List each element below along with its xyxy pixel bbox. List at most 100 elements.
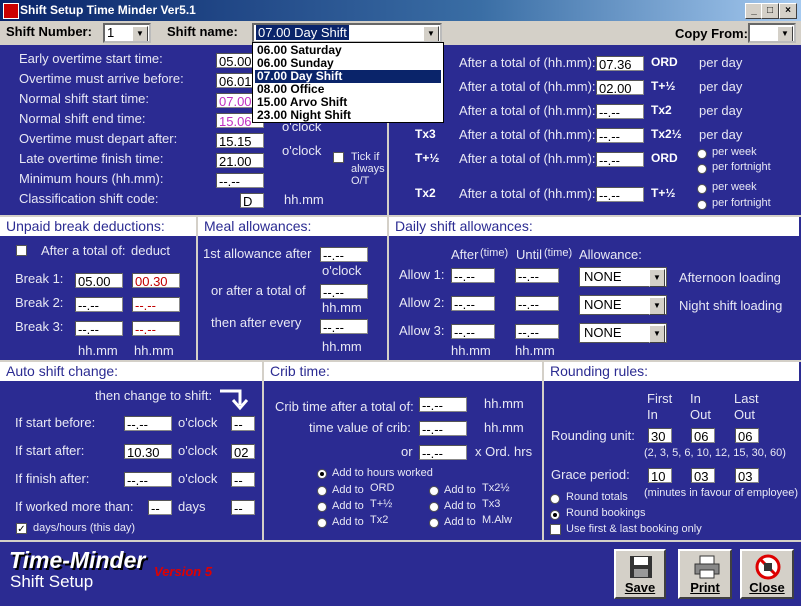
early-ot-start-label: Early overtime start time: [19, 51, 163, 66]
round-bookings-label: Round bookings [566, 507, 646, 519]
finish-after-shift-input[interactable]: -- [231, 472, 255, 487]
dropdown-option[interactable]: 23.00 Night Shift [255, 109, 441, 122]
rate-code-tx3: Tx3 [415, 127, 436, 141]
allow-1-after-input[interactable]: --.-- [451, 268, 495, 283]
allow-2-after-input[interactable]: --.-- [451, 296, 495, 311]
crib-ord-input[interactable]: --.-- [419, 445, 467, 460]
after-total-label: After a total of (hh.mm): [459, 151, 596, 166]
add-meal-allowance-radio[interactable] [429, 518, 439, 528]
add-tx3-radio[interactable] [429, 502, 439, 512]
break-3-after-input[interactable]: --.-- [75, 321, 123, 336]
break-3-deduct-input[interactable]: --.-- [132, 321, 180, 336]
always-ot-checkbox[interactable] [333, 152, 344, 163]
ot-depart-after-input[interactable]: 15.15 [216, 133, 264, 148]
floppy-disk-icon [629, 555, 653, 579]
round-bookings-radio[interactable] [550, 510, 560, 520]
chevron-down-icon[interactable]: ▼ [649, 269, 665, 287]
copy-from-select[interactable]: ▼ [748, 23, 796, 43]
minimum-hours-input[interactable]: --.-- [216, 173, 264, 188]
allow-3-after-input[interactable]: --.-- [451, 324, 495, 339]
start-before-label: If start before: [15, 415, 96, 430]
ot-total-4-input[interactable]: --.-- [596, 128, 644, 143]
break-1-deduct-input[interactable]: 00.30 [132, 273, 180, 288]
rounding-unit-first-in-input[interactable]: 30 [648, 428, 672, 443]
allow-3-select[interactable]: NONE ▼ [579, 323, 667, 343]
ot-total-5-input[interactable]: --.-- [596, 152, 644, 167]
shift-name-select[interactable]: 07.00 Day Shift ▼ [252, 23, 442, 43]
grace-in-out-input[interactable]: 03 [691, 468, 715, 483]
add-hours-worked-radio[interactable] [317, 469, 327, 479]
classification-code-input[interactable]: D [240, 193, 264, 208]
hhmm-label: hh.mm [322, 300, 362, 315]
worked-more-input[interactable]: -- [148, 500, 172, 515]
add-t-half-radio[interactable] [317, 502, 327, 512]
version-label: Version 5 [154, 564, 213, 579]
break-2-after-input[interactable]: --.-- [75, 297, 123, 312]
start-before-shift-input[interactable]: -- [231, 416, 255, 431]
start-before-input[interactable]: --.-- [124, 416, 172, 431]
maximize-button[interactable]: □ [761, 3, 779, 19]
crib-time-title: Crib time: [264, 362, 542, 381]
add-tx2-half-radio[interactable] [429, 486, 439, 496]
add-ord-radio[interactable] [317, 486, 327, 496]
rate-t-half: T+½ [651, 186, 676, 200]
shift-setup-window: Shift Setup Time Minder Ver5.1 _ □ × Shi… [0, 0, 801, 606]
round-totals-radio[interactable] [550, 494, 560, 504]
allow-3-until-input[interactable]: --.-- [515, 324, 559, 339]
or-label: or [401, 444, 413, 459]
close-window-button[interactable]: × [779, 3, 797, 19]
print-button[interactable]: Print [678, 549, 732, 599]
first-last-booking-checkbox[interactable] [550, 524, 561, 535]
shift-number-select[interactable]: 1 ▼ [103, 23, 151, 43]
start-after-shift-input[interactable]: 02 [231, 444, 255, 459]
per-fortnight-radio[interactable] [697, 200, 707, 210]
crib-value-input[interactable]: --.-- [419, 421, 467, 436]
chevron-down-icon[interactable]: ▼ [649, 297, 665, 315]
ot-total-2-input[interactable]: 02.00 [596, 80, 644, 95]
after-total-label: After a total of (hh.mm): [459, 79, 596, 94]
per-week-radio[interactable] [697, 149, 707, 159]
chevron-down-icon[interactable]: ▼ [777, 26, 793, 41]
rounding-rules-title: Rounding rules: [544, 362, 799, 381]
add-to-label: Add to [444, 484, 476, 496]
ot-total-3-input[interactable]: --.-- [596, 104, 644, 119]
first-allowance-input[interactable]: --.-- [320, 247, 368, 262]
meal-every-input[interactable]: --.-- [320, 319, 368, 334]
start-after-input[interactable]: 10.30 [124, 444, 172, 459]
save-button[interactable]: Save [614, 549, 666, 599]
add-to-label: Add to [332, 484, 364, 496]
break-3-label: Break 3: [15, 319, 64, 334]
grace-first-in-input[interactable]: 10 [648, 468, 672, 483]
allow-1-until-input[interactable]: --.-- [515, 268, 559, 283]
ot-total-6-input[interactable]: --.-- [596, 187, 644, 202]
allow-1-select[interactable]: NONE ▼ [579, 267, 667, 287]
chevron-down-icon[interactable]: ▼ [649, 325, 665, 343]
break-enable-checkbox[interactable] [16, 245, 27, 256]
chevron-down-icon[interactable]: ▼ [132, 26, 148, 41]
break-1-after-input[interactable]: 05.00 [75, 273, 123, 288]
per-fortnight-radio[interactable] [697, 164, 707, 174]
ot-total-1-input[interactable]: 07.36 [596, 56, 644, 71]
round-totals-label: Round totals [566, 491, 628, 503]
days-hours-checkbox[interactable]: ✓ [16, 523, 27, 535]
finish-after-input[interactable]: --.-- [124, 472, 172, 487]
copy-from-label: Copy From: [675, 26, 748, 41]
close-button[interactable]: Close [740, 549, 794, 599]
rounding-unit-in-out-input[interactable]: 06 [691, 428, 715, 443]
grace-last-out-input[interactable]: 03 [735, 468, 759, 483]
days-label: days [178, 499, 206, 514]
chevron-down-icon[interactable]: ▼ [423, 26, 439, 41]
allow-2-select[interactable]: NONE ▼ [579, 295, 667, 315]
rounding-unit-last-out-input[interactable]: 06 [735, 428, 759, 443]
late-ot-finish-input[interactable]: 21.00 [216, 153, 264, 168]
crib-after-input[interactable]: --.-- [419, 397, 467, 412]
per-day-label: per day [699, 127, 743, 142]
meal-total-input[interactable]: --.-- [320, 284, 368, 299]
break-2-deduct-input[interactable]: --.-- [132, 297, 180, 312]
add-tx2-radio[interactable] [317, 518, 327, 528]
hhmm-label: hh.mm [484, 396, 524, 411]
per-week-radio[interactable] [697, 184, 707, 194]
allow-2-until-input[interactable]: --.-- [515, 296, 559, 311]
break-2-label: Break 2: [15, 295, 64, 310]
worked-more-shift-input[interactable]: -- [231, 500, 255, 515]
